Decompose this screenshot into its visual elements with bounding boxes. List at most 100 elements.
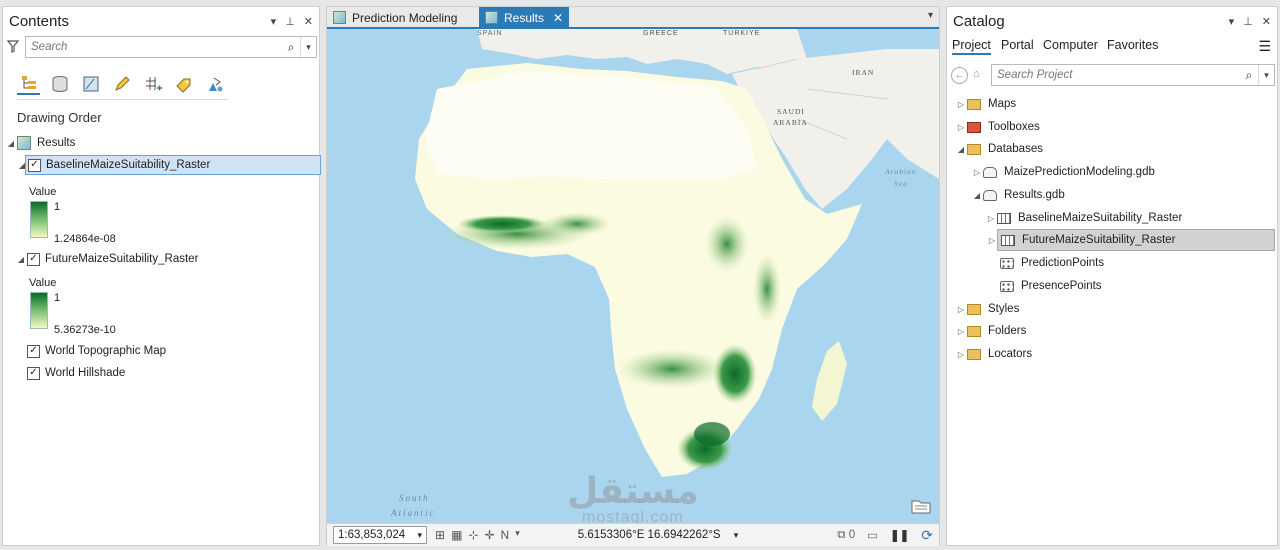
layout-icon[interactable]: ▭ [867, 528, 878, 542]
layer-visibility-checkbox[interactable]: ✓ [27, 366, 40, 380]
catalog-search-input[interactable] [992, 69, 1240, 81]
contents-toolbar [17, 73, 226, 95]
list-by-snapping-button[interactable] [141, 73, 164, 95]
contents-search-input[interactable] [26, 41, 282, 53]
expand-caret-icon[interactable]: ▷ [986, 236, 998, 245]
fixed-zoom-icon[interactable]: ⊞ [435, 528, 445, 542]
land-madagascar [812, 341, 847, 421]
catalog-item-folders[interactable]: ▷ Folders [955, 321, 1026, 341]
raster-icon [997, 212, 1011, 224]
list-by-drawing-order-button[interactable] [17, 73, 40, 95]
label-sea: Sea [894, 179, 908, 188]
pause-icon[interactable]: ❚❚ [890, 528, 909, 542]
north-arrow-icon[interactable]: N [501, 528, 510, 542]
label-south: South [399, 493, 430, 503]
catalog-item-raster-future[interactable]: ▷ FutureMaizeSuitability_Raster [989, 229, 1275, 251]
expand-caret-icon[interactable]: ▷ [971, 168, 983, 177]
list-by-source-button[interactable] [48, 73, 71, 95]
pin-icon[interactable]: ⊥ [1243, 15, 1253, 28]
chevron-down-icon[interactable]: ▾ [271, 15, 277, 28]
folder-icon[interactable] [911, 498, 931, 517]
expand-caret-icon[interactable]: ▷ [955, 305, 967, 314]
catalog-item-raster-baseline[interactable]: ▷ BaselineMaizeSuitability_Raster [985, 208, 1182, 228]
tab-results[interactable]: Results ✕ [479, 7, 570, 28]
expand-caret-icon[interactable]: ▷ [985, 214, 997, 223]
expand-caret-icon[interactable]: ▷ [955, 350, 967, 359]
list-by-selection-button[interactable] [79, 73, 102, 95]
catalog-tab-project[interactable]: Project [952, 38, 991, 55]
expand-caret-icon[interactable]: ◢ [971, 191, 983, 200]
pin-icon[interactable]: ⊥ [285, 15, 295, 28]
layer-future[interactable]: ◢ ✓ FutureMaizeSuitability_Raster [15, 249, 198, 269]
item-label: Databases [988, 143, 1043, 155]
label-spain: SPAIN [477, 30, 503, 37]
point-feature-class-icon [1000, 257, 1014, 269]
catalog-item-presence-points[interactable]: PresencePoints [997, 276, 1102, 296]
legend-high-value: 1 [54, 292, 61, 304]
tab-prediction-modeling[interactable]: Prediction Modeling [327, 7, 463, 28]
scale-dropdown[interactable]: 1:63,853,024 ▾ [333, 526, 427, 544]
expand-caret-icon[interactable]: ◢ [16, 161, 28, 170]
expand-caret-icon[interactable]: ◢ [955, 145, 967, 154]
toolbar-divider [17, 99, 229, 100]
refresh-icon[interactable]: ⟳ [921, 527, 933, 544]
search-icon[interactable]: ⌕ [282, 40, 300, 55]
selected-features[interactable]: ⧉ 0 [837, 529, 855, 542]
chevron-down-icon[interactable]: ▾ [1229, 15, 1235, 28]
crosshair-icon[interactable]: ✛ [484, 528, 494, 542]
coordinate-readout: 5.6153306°E 16.6942262°S ▾ [578, 529, 739, 541]
layer-visibility-checkbox[interactable]: ✓ [28, 158, 41, 172]
catalog-item-locators[interactable]: ▷ Locators [955, 344, 1032, 364]
layer-visibility-checkbox[interactable]: ✓ [27, 252, 40, 266]
item-label: Results.gdb [1004, 189, 1065, 201]
layer-world-topographic[interactable]: ✓ World Topographic Map [27, 341, 166, 361]
expand-caret-icon[interactable]: ▷ [955, 100, 967, 109]
suitability-ethiopia [705, 216, 749, 272]
expand-caret-icon[interactable]: ▷ [955, 327, 967, 336]
expand-caret-icon[interactable]: ◢ [5, 139, 17, 148]
search-icon[interactable]: ⌕ [1240, 68, 1258, 83]
catalog-item-toolboxes[interactable]: ▷ Toolboxes [955, 117, 1040, 137]
catalog-item-databases[interactable]: ◢ Databases [955, 139, 1043, 159]
catalog-item-gdb1[interactable]: ▷ MaizePredictionModeling.gdb [971, 162, 1155, 182]
catalog-item-prediction-points[interactable]: PredictionPoints [997, 253, 1104, 273]
chevron-down-icon[interactable]: ▾ [515, 528, 520, 542]
chevron-down-icon[interactable]: ▾ [928, 10, 933, 21]
layer-baseline[interactable]: ◢ ✓ BaselineMaizeSuitability_Raster [19, 155, 321, 175]
map-canvas[interactable]: SPAIN GREECE TÜRKIYE IRAN SAUDI ARABIA A… [327, 29, 939, 523]
list-by-labeling-button[interactable] [172, 73, 195, 95]
grid-icon[interactable]: ▦ [451, 528, 462, 542]
close-icon[interactable]: ✕ [553, 11, 563, 25]
catalog-tab-portal[interactable]: Portal [1001, 38, 1034, 52]
back-icon[interactable]: ← [951, 67, 968, 84]
catalog-item-maps[interactable]: ▷ Maps [955, 94, 1016, 114]
contents-search-box[interactable]: ⌕ ▾ [25, 36, 317, 58]
snapping-icon[interactable]: ⊹ [468, 528, 478, 542]
catalog-tab-favorites[interactable]: Favorites [1107, 38, 1158, 52]
menu-icon[interactable]: ☰ [1258, 38, 1271, 55]
expand-caret-icon[interactable]: ◢ [15, 255, 27, 264]
chevron-down-icon[interactable]: ▾ [300, 37, 316, 57]
catalog-tab-computer[interactable]: Computer [1043, 38, 1098, 52]
suitability-sahel [457, 215, 547, 233]
list-by-editing-button[interactable] [110, 73, 133, 95]
close-icon[interactable]: ✕ [304, 15, 313, 28]
catalog-item-styles[interactable]: ▷ Styles [955, 299, 1019, 319]
layer-world-hillshade[interactable]: ✓ World Hillshade [27, 363, 125, 383]
map-tree-item[interactable]: ◢ Results [5, 133, 75, 153]
legend-color-ramp [30, 201, 48, 238]
label-saudi: SAUDI [777, 107, 805, 116]
close-icon[interactable]: ✕ [1262, 15, 1271, 28]
chevron-down-icon[interactable]: ▾ [734, 530, 739, 540]
filter-icon[interactable] [6, 40, 20, 56]
list-by-perspective-imagery-button[interactable] [203, 73, 226, 95]
catalog-search-box[interactable]: ⌕ ▾ [991, 64, 1275, 86]
chevron-down-icon[interactable]: ▾ [1258, 65, 1274, 85]
catalog-item-gdb2[interactable]: ◢ Results.gdb [971, 185, 1065, 205]
chevron-down-icon[interactable]: ▾ [417, 530, 422, 541]
home-folder-icon[interactable]: ⌂ [973, 68, 980, 80]
locators-folder-icon [967, 348, 981, 360]
expand-caret-icon[interactable]: ▷ [955, 123, 967, 132]
label-turkiye: TÜRKIYE [723, 29, 760, 37]
layer-visibility-checkbox[interactable]: ✓ [27, 344, 40, 358]
